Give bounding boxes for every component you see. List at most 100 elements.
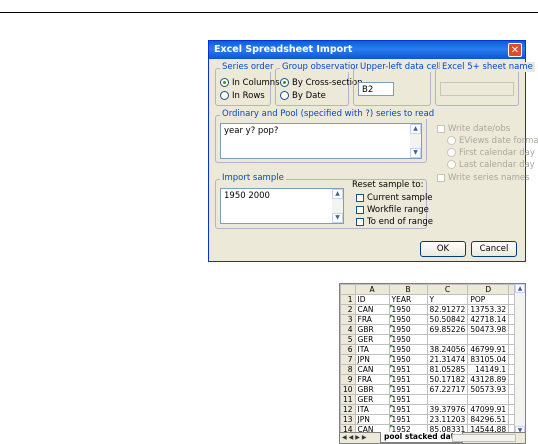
sheet-nav-arrows-icon[interactable]: ◀◀▶▶	[342, 433, 368, 443]
cell-c[interactable]: 67.22717	[426, 384, 469, 395]
cell-b[interactable]: 1951	[388, 364, 428, 375]
row-header[interactable]: 3	[340, 314, 356, 325]
write-date-obs-checkbox[interactable]: Write date/obs	[437, 123, 510, 134]
scroll-up-icon[interactable]: ▲	[410, 124, 421, 134]
cell-b[interactable]: 1951	[388, 394, 428, 405]
cell-a[interactable]: FRA	[354, 374, 390, 385]
cell-c[interactable]: 38.24056	[426, 344, 469, 355]
upper-left-cell-input[interactable]: B2	[358, 82, 394, 96]
cell-b[interactable]: 1950	[388, 324, 428, 335]
radio-eviews-date-format[interactable]: EViews date format	[447, 135, 538, 146]
row-header[interactable]: 8	[340, 364, 356, 375]
cell-b[interactable]: 1950	[388, 354, 428, 365]
cell-b[interactable]: 1951	[388, 374, 428, 385]
to-end-of-range-checkbox[interactable]: To end of range	[356, 216, 433, 227]
column-header-d[interactable]: D	[467, 284, 510, 295]
workfile-range-checkbox[interactable]: Workfile range	[356, 204, 429, 215]
cell-a[interactable]: JPN	[354, 414, 390, 425]
sheet-horizontal-scrollbar[interactable]	[452, 434, 516, 442]
series-to-read-input[interactable]: year y? pop? ▲ ▼	[220, 123, 422, 159]
cell-b[interactable]: 1950	[388, 334, 428, 345]
row-header[interactable]: 5	[340, 334, 356, 345]
radio-in-rows[interactable]: In Rows	[220, 90, 265, 101]
scroll-down-icon[interactable]: ▼	[332, 213, 343, 223]
row-header[interactable]: 1	[340, 294, 356, 305]
current-sample-checkbox[interactable]: Current sample	[356, 192, 433, 203]
row-header[interactable]: 4	[340, 324, 356, 335]
cell-a[interactable]: GER	[354, 394, 390, 405]
series-scrollbar[interactable]: ▲ ▼	[410, 124, 421, 158]
cell-d[interactable]	[467, 334, 510, 345]
row-header[interactable]: 7	[340, 354, 356, 365]
column-header-c[interactable]: C	[426, 284, 469, 295]
import-sample-input[interactable]: 1950 2000 ▲ ▼	[220, 188, 344, 224]
cell-b[interactable]: 1951	[388, 414, 428, 425]
cell-d[interactable]: POP	[467, 294, 510, 305]
row-header[interactable]: 13	[340, 414, 356, 425]
cell-a[interactable]: FRA	[354, 314, 390, 325]
sample-scrollbar[interactable]: ▲ ▼	[332, 189, 343, 223]
cell-a[interactable]: ITA	[354, 344, 390, 355]
cell-a[interactable]: CAN	[354, 304, 390, 315]
cell-c[interactable]: 50.17182	[426, 374, 469, 385]
ok-button[interactable]: OK	[420, 241, 466, 257]
radio-last-calendar-day[interactable]: Last calendar day	[447, 159, 535, 170]
cell-c[interactable]: 69.85226	[426, 324, 469, 335]
cell-b[interactable]: 1951	[388, 384, 428, 395]
row-header[interactable]: 6	[340, 344, 356, 355]
radio-by-date[interactable]: By Date	[280, 90, 326, 101]
cell-d[interactable]: 47099.91	[467, 404, 510, 415]
cell-d[interactable]: 46799.91	[467, 344, 510, 355]
cell-a[interactable]: JPN	[354, 354, 390, 365]
cell-d[interactable]: 84296.51	[467, 414, 510, 425]
cell-c[interactable]	[426, 394, 469, 405]
cell-c[interactable]: Y	[426, 294, 469, 305]
cancel-button[interactable]: Cancel	[471, 241, 517, 257]
cell-b[interactable]: YEAR	[388, 294, 428, 305]
cell-d[interactable]	[467, 394, 510, 405]
sheet-tab[interactable]: pool stacked date	[380, 432, 464, 443]
cell-d[interactable]: 14149.1	[467, 364, 510, 375]
cell-b[interactable]: 1950	[388, 344, 428, 355]
cell-a[interactable]: ID	[354, 294, 390, 305]
scroll-up-icon[interactable]: ▲	[515, 284, 525, 293]
select-all-corner[interactable]	[340, 284, 356, 295]
cell-b[interactable]: 1950	[388, 304, 428, 315]
cell-c[interactable]: 23.11203	[426, 414, 469, 425]
radio-first-calendar-day[interactable]: First calendar day	[447, 147, 535, 158]
cell-b[interactable]: 1950	[388, 314, 428, 325]
cell-c[interactable]	[426, 334, 469, 345]
sheet-name-input[interactable]	[440, 82, 514, 96]
cell-c[interactable]: 39.37976	[426, 404, 469, 415]
cell-d[interactable]: 13753.32	[467, 304, 510, 315]
sheet-vertical-scrollbar[interactable]: ▲ ▼	[514, 284, 525, 435]
cell-a[interactable]: CAN	[354, 364, 390, 375]
cell-d[interactable]: 43128.89	[467, 374, 510, 385]
cell-c[interactable]: 50.50842	[426, 314, 469, 325]
row-header[interactable]: 12	[340, 404, 356, 415]
row-header[interactable]: 2	[340, 304, 356, 315]
scroll-up-icon[interactable]: ▲	[332, 189, 343, 199]
close-icon[interactable]: ✕	[508, 43, 522, 57]
cell-a[interactable]: GBR	[354, 324, 390, 335]
cell-a[interactable]: GBR	[354, 384, 390, 395]
row-header[interactable]: 9	[340, 374, 356, 385]
cell-a[interactable]: GER	[354, 334, 390, 345]
cell-b[interactable]: 1951	[388, 404, 428, 415]
cell-d[interactable]: 50473.98	[467, 324, 510, 335]
cell-c[interactable]: 81.05285	[426, 364, 469, 375]
cell-d[interactable]: 83105.04	[467, 354, 510, 365]
cell-c[interactable]: 82.91272	[426, 304, 469, 315]
row-header[interactable]: 10	[340, 384, 356, 395]
cell-c[interactable]: 21.31474	[426, 354, 469, 365]
write-series-names-checkbox[interactable]: Write series names	[437, 172, 530, 183]
column-header-b[interactable]: B	[388, 284, 428, 295]
cell-d[interactable]: 42718.14	[467, 314, 510, 325]
scroll-down-icon[interactable]: ▼	[410, 148, 421, 158]
cell-a[interactable]: ITA	[354, 404, 390, 415]
row-header[interactable]: 11	[340, 394, 356, 405]
radio-in-columns[interactable]: In Columns	[220, 77, 280, 88]
radio-by-cross-section[interactable]: By Cross-section	[280, 77, 363, 88]
column-header-a[interactable]: A	[354, 284, 390, 295]
cell-d[interactable]: 50573.93	[467, 384, 510, 395]
